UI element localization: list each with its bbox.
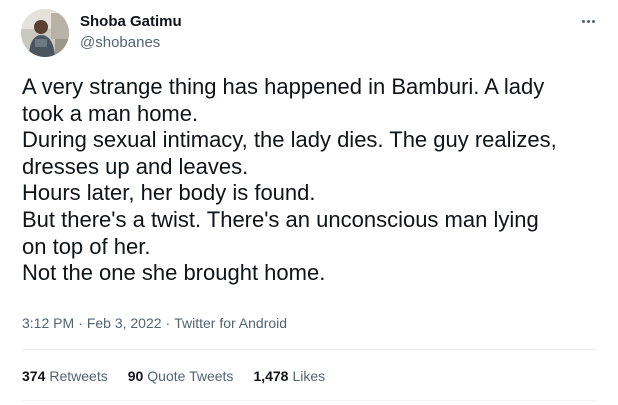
tweet-header: Shoba Gatimu @shobanes xyxy=(21,9,598,59)
tweet-text-line: Hours later, her body is found. xyxy=(22,180,316,206)
tweet-stats: 374 Retweets 90 Quote Tweets 1,478 Likes xyxy=(22,366,345,386)
more-dot xyxy=(586,19,590,23)
quote-tweets-label: Quote Tweets xyxy=(147,368,234,384)
tweet-time[interactable]: 3:12 PM xyxy=(22,315,74,331)
avatar-image xyxy=(21,9,69,57)
divider xyxy=(22,349,596,350)
likes-stat[interactable]: 1,478 Likes xyxy=(253,366,325,386)
tweet-text-line: dresses up and leaves. xyxy=(22,153,249,179)
tweet-text-line: took a man home. xyxy=(22,100,199,126)
quote-tweets-count: 90 xyxy=(127,368,144,384)
retweets-stat[interactable]: 374 Retweets xyxy=(22,366,108,386)
tweet-text-line: A very strange thing has happened in Bam… xyxy=(22,74,545,99)
retweets-count: 374 xyxy=(22,368,46,384)
tweet-metadata: 3:12 PM · Feb 3, 2022 · Twitter for Android xyxy=(22,314,287,332)
retweets-label: Retweets xyxy=(49,368,108,384)
tweet-text-line: on top of her. xyxy=(22,233,151,259)
tweet-text-line: But there's a twist. There's an unconsci… xyxy=(22,206,539,232)
likes-label: Likes xyxy=(292,368,326,384)
tweet-text: A very strange thing has happened in Bam… xyxy=(22,74,602,287)
tweet-text-line: During sexual intimacy, the lady dies. T… xyxy=(22,127,557,153)
more-dot xyxy=(591,19,595,23)
tweet-card: Shoba Gatimu @shobanes A very strange th… xyxy=(0,0,618,405)
separator: · xyxy=(78,315,83,331)
more-dot xyxy=(581,19,585,23)
likes-count: 1,478 xyxy=(253,368,289,384)
avatar[interactable] xyxy=(21,9,69,57)
tweet-date[interactable]: Feb 3, 2022 xyxy=(87,315,162,331)
quote-tweets-stat[interactable]: 90 Quote Tweets xyxy=(128,366,234,386)
author-handle[interactable]: @shobanes xyxy=(80,34,160,52)
author-name[interactable]: Shoba Gatimu xyxy=(80,13,182,31)
separator: · xyxy=(165,315,171,331)
divider xyxy=(22,400,596,401)
tweet-source[interactable]: Twitter for Android xyxy=(174,315,287,331)
more-horizontal-icon[interactable] xyxy=(578,11,598,31)
tweet-text-line: Not the one she brought home. xyxy=(22,260,326,286)
